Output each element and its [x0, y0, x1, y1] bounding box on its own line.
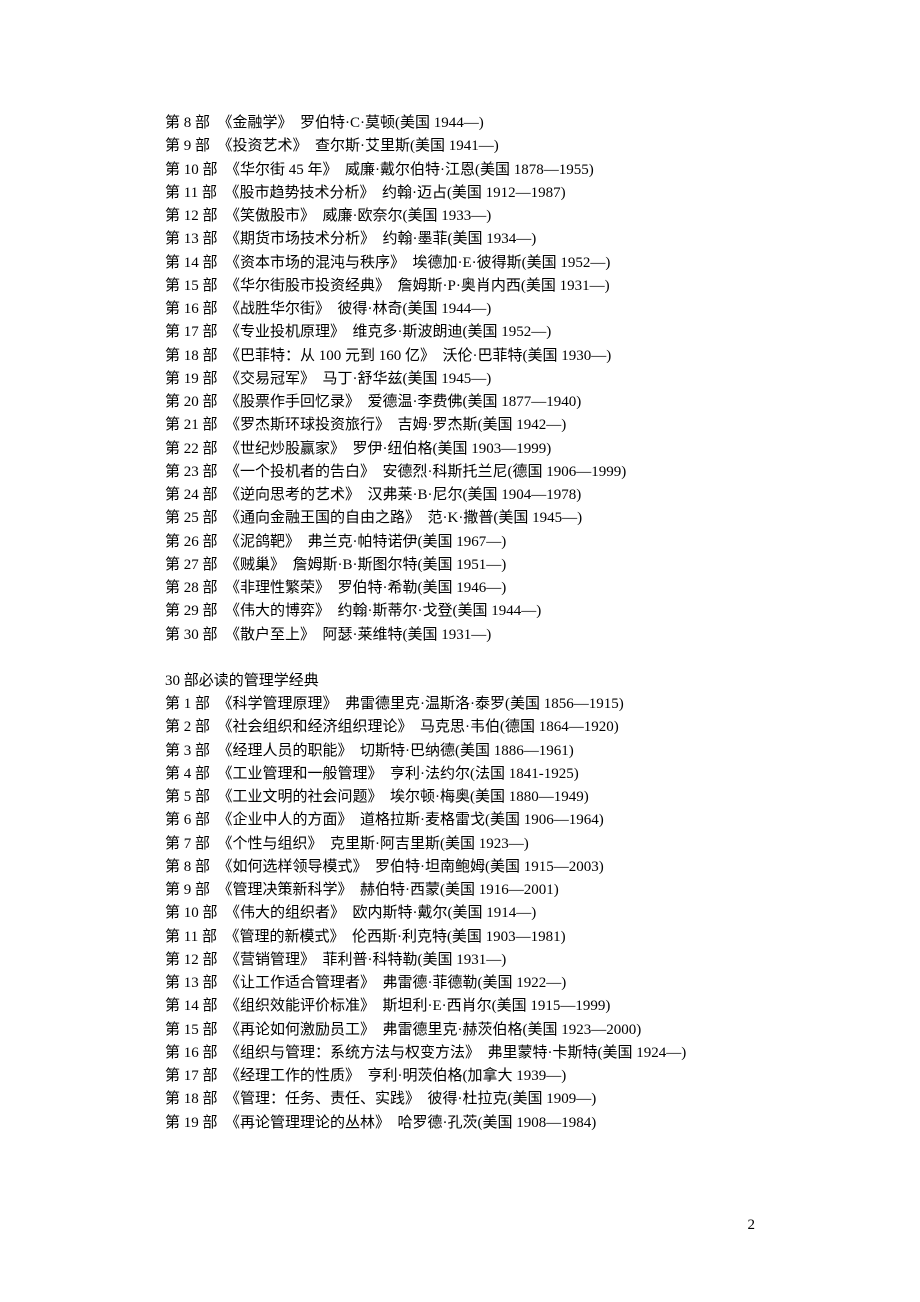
book-entry: 第 10 部 《华尔街 45 年》 威廉·戴尔伯特·江恩(美国 1878—195…	[165, 159, 765, 182]
book-list-content: 第 8 部 《金融学》 罗伯特·C·莫顿(美国 1944—)第 9 部 《投资艺…	[165, 112, 765, 1135]
book-entry: 第 12 部 《营销管理》 菲利普·科特勒(美国 1931—)	[165, 949, 765, 972]
book-entry: 第 18 部 《管理：任务、责任、实践》 彼得·杜拉克(美国 1909—)	[165, 1088, 765, 1111]
book-entry: 第 15 部 《华尔街股市投资经典》 詹姆斯·P·奥肖内西(美国 1931—)	[165, 275, 765, 298]
page-number: 2	[748, 1214, 756, 1237]
book-entry: 第 21 部 《罗杰斯环球投资旅行》 吉姆·罗杰斯(美国 1942—)	[165, 414, 765, 437]
book-entry: 第 27 部 《贼巢》 詹姆斯·B·斯图尔特(美国 1951—)	[165, 554, 765, 577]
book-entry: 第 23 部 《一个投机者的告白》 安德烈·科斯托兰尼(德国 1906—1999…	[165, 461, 765, 484]
book-entry: 第 22 部 《世纪炒股赢家》 罗伊·纽伯格(美国 1903—1999)	[165, 438, 765, 461]
document-page: 第 8 部 《金融学》 罗伯特·C·莫顿(美国 1944—)第 9 部 《投资艺…	[0, 0, 920, 1302]
book-entry: 第 16 部 《战胜华尔街》 彼得·林奇(美国 1944—)	[165, 298, 765, 321]
book-entry: 第 29 部 《伟大的博弈》 约翰·斯蒂尔·戈登(美国 1944—)	[165, 600, 765, 623]
book-entry: 第 15 部 《再论如何激励员工》 弗雷德里克·赫茨伯格(美国 1923—200…	[165, 1019, 765, 1042]
book-entry: 第 11 部 《管理的新模式》 伦西斯·利克特(美国 1903—1981)	[165, 926, 765, 949]
book-entry: 第 25 部 《通向金融王国的自由之路》 范·K·撒普(美国 1945—)	[165, 507, 765, 530]
section-title: 30 部必读的管理学经典	[165, 670, 765, 693]
book-entry: 第 16 部 《组织与管理：系统方法与权变方法》 弗里蒙特·卡斯特(美国 192…	[165, 1042, 765, 1065]
book-entry: 第 9 部 《管理决策新科学》 赫伯特·西蒙(美国 1916—2001)	[165, 879, 765, 902]
book-entry: 第 30 部 《散户至上》 阿瑟·莱维特(美国 1931—)	[165, 624, 765, 647]
book-entry: 第 4 部 《工业管理和一般管理》 亨利·法约尔(法国 1841-1925)	[165, 763, 765, 786]
book-entry: 第 17 部 《经理工作的性质》 亨利·明茨伯格(加拿大 1939—)	[165, 1065, 765, 1088]
book-entry: 第 10 部 《伟大的组织者》 欧内斯特·戴尔(美国 1914—)	[165, 902, 765, 925]
book-entry: 第 28 部 《非理性繁荣》 罗伯特·希勒(美国 1946—)	[165, 577, 765, 600]
book-entry: 第 8 部 《金融学》 罗伯特·C·莫顿(美国 1944—)	[165, 112, 765, 135]
book-entry: 第 11 部 《股市趋势技术分析》 约翰·迈占(美国 1912—1987)	[165, 182, 765, 205]
book-entry: 第 6 部 《企业中人的方面》 道格拉斯·麦格雷戈(美国 1906—1964)	[165, 809, 765, 832]
book-entry: 第 13 部 《让工作适合管理者》 弗雷德·菲德勒(美国 1922—)	[165, 972, 765, 995]
book-entry: 第 3 部 《经理人员的职能》 切斯特·巴纳德(美国 1886—1961)	[165, 740, 765, 763]
book-entry: 第 17 部 《专业投机原理》 维克多·斯波朗迪(美国 1952—)	[165, 321, 765, 344]
book-entry: 第 14 部 《资本市场的混沌与秩序》 埃德加·E·彼得斯(美国 1952—)	[165, 252, 765, 275]
book-entry: 第 26 部 《泥鸽靶》 弗兰克·帕特诺伊(美国 1967—)	[165, 531, 765, 554]
book-entry: 第 1 部 《科学管理原理》 弗雷德里克·温斯洛·泰罗(美国 1856—1915…	[165, 693, 765, 716]
book-entry: 第 19 部 《再论管理理论的丛林》 哈罗德·孔茨(美国 1908—1984)	[165, 1112, 765, 1135]
book-entry: 第 18 部 《巴菲特：从 100 元到 160 亿》 沃伦·巴菲特(美国 19…	[165, 345, 765, 368]
book-entry: 第 14 部 《组织效能评价标准》 斯坦利·E·西肖尔(美国 1915—1999…	[165, 995, 765, 1018]
book-entry: 第 9 部 《投资艺术》 查尔斯·艾里斯(美国 1941—)	[165, 135, 765, 158]
book-entry: 第 5 部 《工业文明的社会问题》 埃尔顿·梅奥(美国 1880—1949)	[165, 786, 765, 809]
book-entry: 第 20 部 《股票作手回忆录》 爱德温·李费佛(美国 1877—1940)	[165, 391, 765, 414]
book-entry: 第 2 部 《社会组织和经济组织理论》 马克思·韦伯(德国 1864—1920)	[165, 716, 765, 739]
book-entry: 第 19 部 《交易冠军》 马丁·舒华兹(美国 1945—)	[165, 368, 765, 391]
book-entry: 第 8 部 《如何选样领导模式》 罗伯特·坦南鲍姆(美国 1915—2003)	[165, 856, 765, 879]
book-entry: 第 7 部 《个性与组织》 克里斯·阿吉里斯(美国 1923—)	[165, 833, 765, 856]
book-entry: 第 24 部 《逆向思考的艺术》 汉弗莱·B·尼尔(美国 1904—1978)	[165, 484, 765, 507]
book-entry: 第 13 部 《期货市场技术分析》 约翰·墨菲(美国 1934—)	[165, 228, 765, 251]
book-entry: 第 12 部 《笑傲股市》 威廉·欧奈尔(美国 1933—)	[165, 205, 765, 228]
